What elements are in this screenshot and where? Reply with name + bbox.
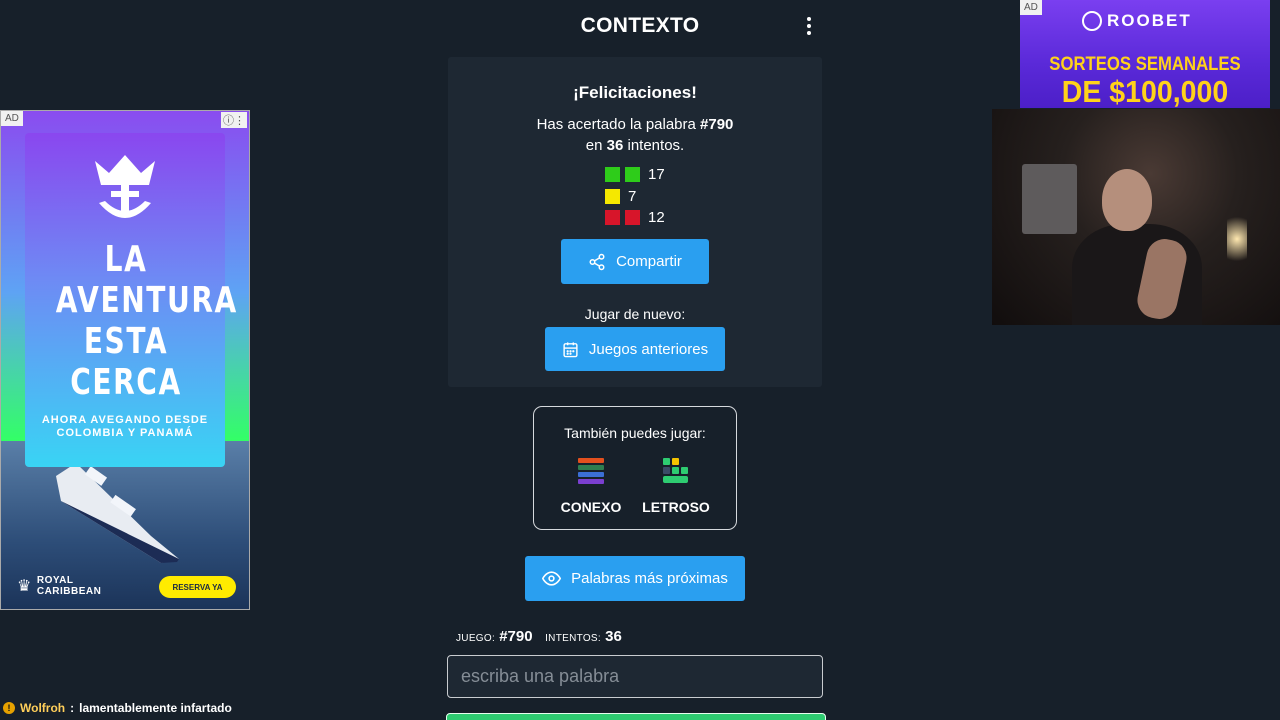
other-games-panel: También puedes jugar: CONEXO LETROSO	[533, 406, 737, 530]
word-number: #790	[700, 116, 734, 133]
previous-games-label: Juegos anteriores	[588, 340, 709, 358]
play-again-label: Jugar de nuevo:	[584, 306, 686, 322]
game-link-letroso[interactable]: LETROSO	[636, 457, 716, 515]
green-square	[625, 167, 640, 183]
attempts-count: 36	[606, 137, 624, 154]
red-square	[605, 210, 620, 226]
crown-anchor-logo-icon	[95, 155, 155, 218]
red-square	[625, 210, 640, 226]
ad-info-icon[interactable]: ⓘ⋮	[221, 112, 247, 128]
royal-caribbean-logo-icon: ♛	[17, 577, 32, 595]
chat-badge-icon: !	[3, 702, 15, 714]
ad-cta-button[interactable]: RESERVA YA	[159, 576, 236, 598]
roobet-brand-text: ROOBET	[1107, 11, 1192, 30]
ad-banner-roobet[interactable]: AD ROOBET SORTEOS SEMANALES DE $100,000	[1020, 0, 1270, 108]
stat-row-red: 12	[605, 207, 665, 229]
share-button-label: Compartir	[616, 253, 682, 270]
game-label-conexo: CONEXO	[560, 499, 622, 515]
ad-subline: AHORA AVEGANDO DESDE COLOMBIA Y PANAMÁ	[41, 414, 209, 439]
roobet-line1: SORTEOS SEMANALES	[1049, 54, 1241, 75]
game-link-conexo[interactable]: CONEXO	[551, 457, 631, 515]
calendar-icon	[563, 341, 578, 357]
chat-text: lamentablemente infartado	[79, 701, 232, 715]
game-value: #790	[499, 628, 533, 645]
stat-row-yellow: 7	[605, 186, 665, 208]
closest-words-label: Palabras más próximas	[571, 570, 728, 587]
attempts-value: 36	[605, 628, 622, 645]
stat-row-green: 17	[605, 164, 665, 186]
guess-input[interactable]	[447, 655, 823, 698]
result-card: ¡Felicitaciones! Has acertado la palabra…	[448, 57, 822, 387]
ad-banner-royal-caribbean[interactable]: LA AVENTURA ESTA CERCA AHORA AVEGANDO DE…	[0, 110, 250, 610]
webcam-equipment	[1022, 164, 1077, 234]
result-message: Has acertado la palabra #790 en 36 inten…	[448, 114, 822, 156]
share-icon	[589, 253, 605, 270]
roobet-line2: DE $100,000	[1061, 74, 1229, 108]
roobet-logo-icon	[1082, 11, 1102, 31]
green-square	[605, 167, 620, 183]
stats-summary: 17 7 12	[605, 164, 665, 229]
result-line1-text: Has acertado la palabra	[536, 116, 696, 133]
closest-words-button[interactable]: Palabras más próximas	[525, 556, 745, 601]
more-menu-icon[interactable]	[800, 16, 818, 36]
game-key: JUEGO:	[456, 633, 496, 644]
chat-username: Wolfroh	[20, 701, 66, 715]
ad-label: AD	[1020, 0, 1042, 15]
stat-count-green: 17	[648, 166, 665, 184]
ad-brand-line1: ROYAL	[36, 575, 74, 586]
result-line2-suffix: intentos.	[627, 137, 685, 154]
game-label-letroso: LETROSO	[642, 499, 710, 515]
other-games-title: También puedes jugar:	[564, 425, 706, 441]
ad-brand-line2: CARIBBEAN	[36, 586, 102, 597]
webcam-overlay	[992, 109, 1280, 325]
ad-headline: LA AVENTURA ESTA CERCA	[55, 239, 238, 403]
roobet-brand: ROOBET	[1082, 11, 1192, 31]
game-status-line: JUEGO: #790 INTENTOS: 36	[456, 628, 622, 645]
stat-count-red: 12	[648, 209, 665, 227]
previous-games-button[interactable]: Juegos anteriores	[545, 327, 725, 371]
stat-count-yellow: 7	[628, 187, 637, 205]
yellow-square	[605, 188, 620, 204]
conexo-logo-icon	[578, 458, 604, 484]
chat-message: ! Wolfroh : lamentablemente infartado	[3, 701, 232, 715]
webcam-person-head	[1102, 169, 1152, 231]
share-button[interactable]: Compartir	[561, 239, 709, 284]
eye-icon	[542, 571, 562, 586]
app-title: CONTEXTO	[580, 14, 700, 37]
submit-button[interactable]	[446, 713, 826, 720]
ad-brand: ♛ ROYAL CARIBBEAN	[17, 575, 101, 597]
attempts-key: INTENTOS:	[545, 633, 601, 644]
webcam-string-lights	[1227, 209, 1247, 269]
result-line2-prefix: en	[585, 137, 603, 154]
ad-label: AD	[1, 111, 23, 126]
chat-separator: :	[70, 701, 75, 715]
congrats-heading: ¡Felicitaciones!	[573, 83, 697, 102]
letroso-logo-icon	[663, 458, 688, 483]
